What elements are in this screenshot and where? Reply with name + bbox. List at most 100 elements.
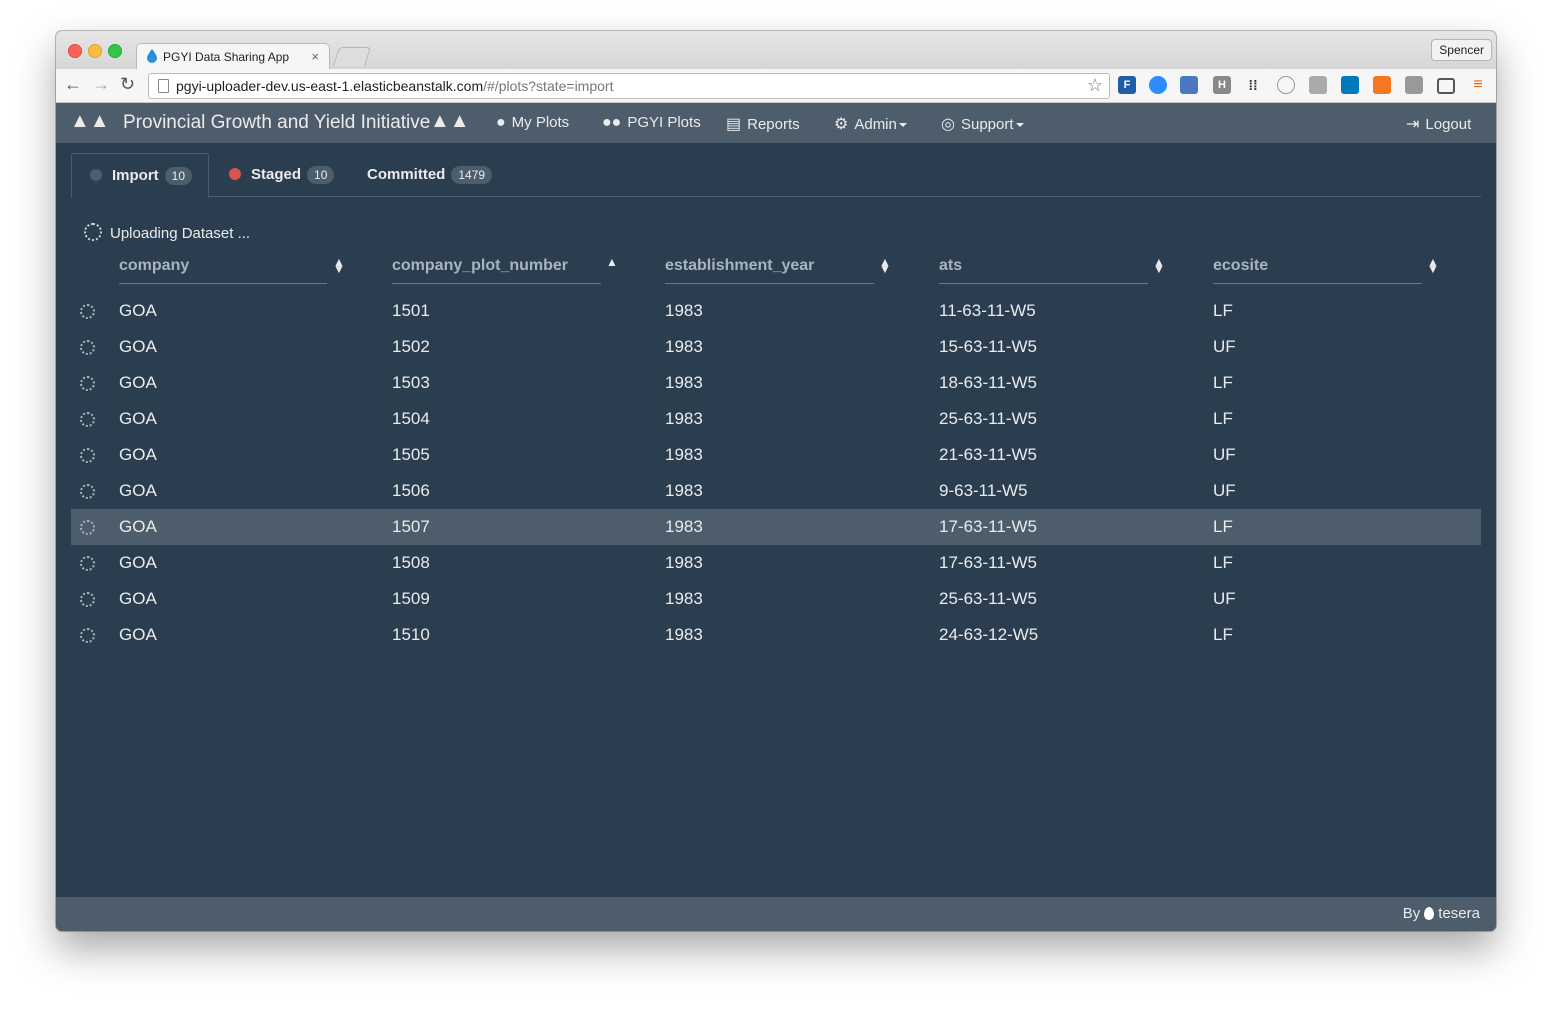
company-cell: GOA: [119, 445, 157, 464]
row-spinner-icon: [80, 556, 95, 571]
nav-support-dropdown[interactable]: ◎ Support: [941, 114, 1024, 134]
nav-admin-label: Admin: [854, 116, 897, 133]
establishment-year-cell: 1983: [665, 553, 703, 572]
window-maximize-button[interactable]: [108, 44, 122, 58]
nav-my-plots[interactable]: ● My Plots: [496, 114, 569, 132]
row-spinner-icon: [80, 592, 95, 607]
tab-staged-count: 10: [307, 166, 335, 184]
column-header-company[interactable]: company: [119, 257, 327, 284]
plot-number-cell: 1502: [392, 337, 430, 356]
ecosite-cell: LF: [1213, 553, 1233, 572]
tab-import[interactable]: Import 10: [71, 153, 209, 198]
column-header-establishment-year[interactable]: establishment_year: [665, 257, 874, 284]
table-row[interactable]: GOA 1502 1983 15-63-11-W5 UF: [71, 329, 1481, 365]
status-dot-icon: [229, 168, 241, 180]
establishment-year-cell: 1983: [665, 517, 703, 536]
column-header-label: company: [119, 257, 190, 274]
browser-toolbar: ← → ↻ pgyi-uploader-dev.us-east-1.elasti…: [56, 69, 1496, 103]
page-icon: [158, 79, 169, 93]
ecosite-cell: LF: [1213, 409, 1233, 428]
trees-icon: ▲▲: [430, 110, 470, 132]
nav-pgyi-plots-label: PGYI Plots: [627, 114, 701, 131]
hubspot-icon[interactable]: [1373, 76, 1391, 94]
back-arrow-icon[interactable]: ←: [64, 74, 82, 95]
brand-title[interactable]: Provincial Growth and Yield Initiative: [123, 112, 430, 134]
table-row[interactable]: GOA 1503 1983 18-63-11-W5 LF: [71, 365, 1481, 401]
sort-both-icon[interactable]: ▲ ▼: [879, 256, 891, 275]
extension-shield-icon[interactable]: [1405, 76, 1423, 94]
tab-staged-label: Staged: [251, 166, 302, 183]
column-header-ecosite[interactable]: ecosite: [1213, 257, 1422, 284]
table-row[interactable]: GOA 1510 1983 24-63-12-W5 LF: [71, 617, 1481, 653]
extension-zoom-icon[interactable]: [1149, 76, 1167, 94]
new-tab-button[interactable]: [332, 47, 372, 66]
app-navbar: ▲▲ Provincial Growth and Yield Initiativ…: [56, 103, 1496, 143]
table-row[interactable]: GOA 1506 1983 9-63-11-W5 UF: [71, 473, 1481, 509]
company-cell: GOA: [119, 409, 157, 428]
apps-grid-icon[interactable]: ⁞⁞: [1244, 76, 1262, 94]
company-cell: GOA: [119, 373, 157, 392]
ecosite-cell: UF: [1213, 445, 1236, 464]
ats-cell: 11-63-11-W5: [939, 301, 1036, 320]
address-bar[interactable]: pgyi-uploader-dev.us-east-1.elasticbeans…: [148, 73, 1110, 99]
table-row[interactable]: GOA 1505 1983 21-63-11-W5 UF: [71, 437, 1481, 473]
column-header-label: ats: [939, 257, 963, 274]
ecosite-cell: LF: [1213, 373, 1233, 392]
table-row[interactable]: GOA 1509 1983 25-63-11-W5 UF: [71, 581, 1481, 617]
column-header-label: establishment_year: [665, 257, 815, 274]
ecosite-cell: LF: [1213, 517, 1233, 536]
nav-logout[interactable]: ⇥ Logout: [1406, 114, 1471, 134]
ecosite-cell: LF: [1213, 301, 1233, 320]
tab-import-count: 10: [164, 167, 193, 185]
plots-table: company ▲ ▼ company_plot_number ▲ establi…: [71, 253, 1481, 653]
tab-committed-count: 1479: [451, 166, 493, 184]
nav-pgyi-plots[interactable]: ●● PGYI Plots: [602, 114, 701, 132]
column-header-company-plot-number[interactable]: company_plot_number: [392, 257, 601, 284]
footer-brand[interactable]: tesera: [1438, 905, 1480, 922]
extension-circle-icon[interactable]: [1277, 76, 1295, 94]
gears-icon: ⚙: [834, 116, 849, 133]
extension-calendar-icon[interactable]: [1180, 76, 1198, 94]
spinner-icon: [84, 223, 102, 241]
table-row[interactable]: GOA 1501 1983 11-63-11-W5 LF: [71, 293, 1481, 329]
screenshot-icon[interactable]: [1437, 78, 1455, 94]
url-text[interactable]: pgyi-uploader-dev.us-east-1.elasticbeans…: [176, 78, 613, 94]
tab-staged[interactable]: Staged 10: [211, 153, 345, 196]
table-row[interactable]: GOA 1504 1983 25-63-11-W5 LF: [71, 401, 1481, 437]
extension-f-icon[interactable]: F: [1118, 76, 1136, 94]
menu-icon[interactable]: ≡: [1469, 76, 1487, 94]
table-row[interactable]: GOA 1508 1983 17-63-11-W5 LF: [71, 545, 1481, 581]
browser-tab[interactable]: PGYI Data Sharing App ×: [136, 43, 330, 70]
row-spinner-icon: [80, 484, 95, 499]
window-minimize-button[interactable]: [88, 44, 102, 58]
tab-title: PGYI Data Sharing App: [163, 50, 290, 64]
tab-close-icon[interactable]: ×: [311, 49, 319, 64]
plot-number-cell: 1503: [392, 373, 430, 392]
sort-ascending-icon[interactable]: ▲: [606, 256, 618, 268]
tab-committed[interactable]: Committed 1479: [349, 153, 509, 196]
ats-cell: 17-63-11-W5: [939, 517, 1037, 536]
status-dot-icon: [90, 169, 102, 181]
profile-button[interactable]: Spencer: [1431, 39, 1492, 61]
column-header-ats[interactable]: ats: [939, 257, 1148, 284]
reload-icon[interactable]: ↻: [120, 74, 135, 95]
row-spinner-icon: [80, 448, 95, 463]
plot-number-cell: 1501: [392, 301, 430, 320]
nav-my-plots-label: My Plots: [511, 114, 570, 131]
forward-arrow-icon[interactable]: →: [92, 74, 110, 95]
users-icon: ●●: [602, 114, 622, 131]
sort-both-icon[interactable]: ▲ ▼: [1427, 256, 1439, 275]
extension-grey-icon[interactable]: [1309, 76, 1327, 94]
extension-h-icon[interactable]: H: [1213, 76, 1231, 94]
table-row[interactable]: GOA 1507 1983 17-63-11-W5 LF: [71, 509, 1481, 545]
sort-both-icon[interactable]: ▲ ▼: [1153, 256, 1165, 275]
ats-cell: 25-63-11-W5: [939, 589, 1037, 608]
table-header: company ▲ ▼ company_plot_number ▲ establi…: [71, 253, 1481, 293]
window-close-button[interactable]: [68, 44, 82, 58]
nav-admin-dropdown[interactable]: ⚙ Admin: [834, 114, 907, 134]
bookmark-star-icon[interactable]: ☆: [1087, 75, 1103, 96]
sort-both-icon[interactable]: ▲ ▼: [333, 256, 345, 275]
nav-reports[interactable]: ▤ Reports: [726, 114, 800, 134]
establishment-year-cell: 1983: [665, 625, 703, 644]
trello-icon[interactable]: [1341, 76, 1359, 94]
